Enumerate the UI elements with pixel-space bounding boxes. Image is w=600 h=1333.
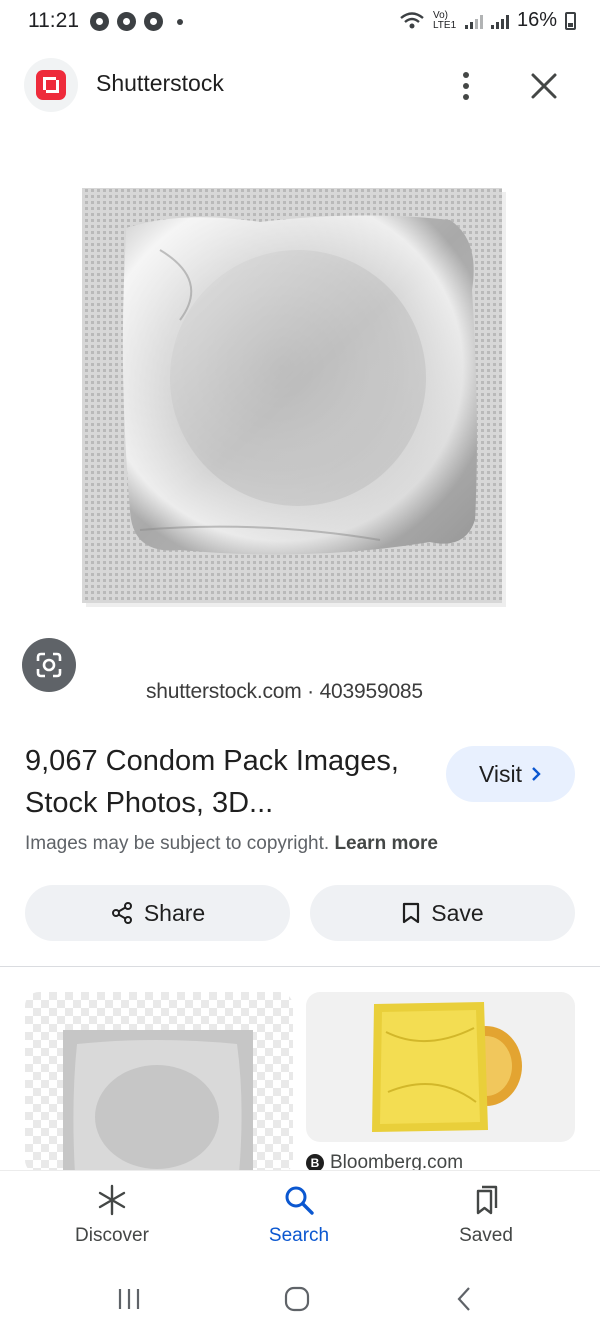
nav-saved-label: Saved (459, 1225, 513, 1246)
nav-discover[interactable]: Discover (32, 1183, 192, 1247)
battery-percent: 16% (516, 9, 557, 31)
share-button[interactable]: Share (25, 885, 290, 941)
home-icon[interactable] (279, 1284, 315, 1314)
notification-icons (90, 12, 183, 31)
visit-label: Visit (478, 760, 523, 787)
more-vert-icon (463, 72, 469, 78)
recent-apps-icon[interactable] (111, 1284, 147, 1314)
site-name[interactable]: Shutterstock (96, 70, 224, 97)
chrome-notification-icon (117, 12, 136, 31)
wifi-icon (400, 11, 424, 28)
copyright-notice: Images may be subject to copyright. Lear… (25, 833, 438, 855)
save-label: Save (431, 899, 484, 926)
more-notifications-icon (177, 18, 183, 25)
share-label: Share (143, 899, 206, 926)
status-indicators: Vo) LTE1 16% (399, 9, 576, 32)
battery-icon (565, 11, 576, 30)
status-time: 11:21 (28, 9, 79, 32)
related-image (372, 1002, 522, 1132)
chrome-notification-icon (144, 12, 163, 31)
nav-saved[interactable]: Saved (406, 1183, 566, 1247)
chevron-right-icon (532, 767, 541, 781)
google-lens-button[interactable] (22, 638, 76, 692)
chrome-notification-icon (90, 12, 109, 31)
bookmark-icon (403, 902, 420, 924)
copyright-text: Images may be subject to copyright. (25, 833, 330, 854)
nav-search[interactable]: Search (219, 1183, 379, 1247)
status-bar: 11:21 Vo) LTE1 16% (0, 0, 600, 44)
search-icon (285, 1186, 314, 1215)
visit-button[interactable]: Visit (446, 746, 575, 802)
more-options-button[interactable] (450, 66, 482, 106)
signal-icon (464, 13, 483, 29)
section-divider (0, 966, 600, 967)
site-favicon[interactable] (24, 58, 78, 112)
source-header: Shutterstock (0, 56, 600, 116)
shutterstock-logo-icon (36, 70, 66, 100)
asterisk-icon (98, 1184, 126, 1216)
learn-more-link[interactable]: Learn more (334, 833, 437, 854)
close-button[interactable] (524, 66, 564, 106)
lens-icon (36, 652, 62, 678)
related-image-card[interactable] (25, 992, 293, 1174)
network-type-label: Vo) LTE1 (432, 9, 457, 31)
image-watermark: shutterstock.com · 403959085 (146, 680, 423, 703)
save-button[interactable]: Save (310, 885, 575, 941)
nav-search-label: Search (268, 1225, 330, 1246)
back-icon[interactable] (447, 1284, 483, 1314)
related-image-card[interactable] (306, 992, 575, 1142)
system-navigation-bar (0, 1270, 600, 1333)
share-icon (111, 902, 132, 924)
result-title[interactable]: 9,067 Condom Pack Images, Stock Photos, … (25, 740, 425, 824)
nav-discover-label: Discover (75, 1225, 149, 1246)
bookmarks-icon (476, 1185, 498, 1215)
main-result-image[interactable] (60, 170, 530, 620)
signal-icon (490, 13, 509, 29)
bottom-navigation: Discover Search Saved (0, 1170, 600, 1270)
related-image (63, 1030, 253, 1174)
